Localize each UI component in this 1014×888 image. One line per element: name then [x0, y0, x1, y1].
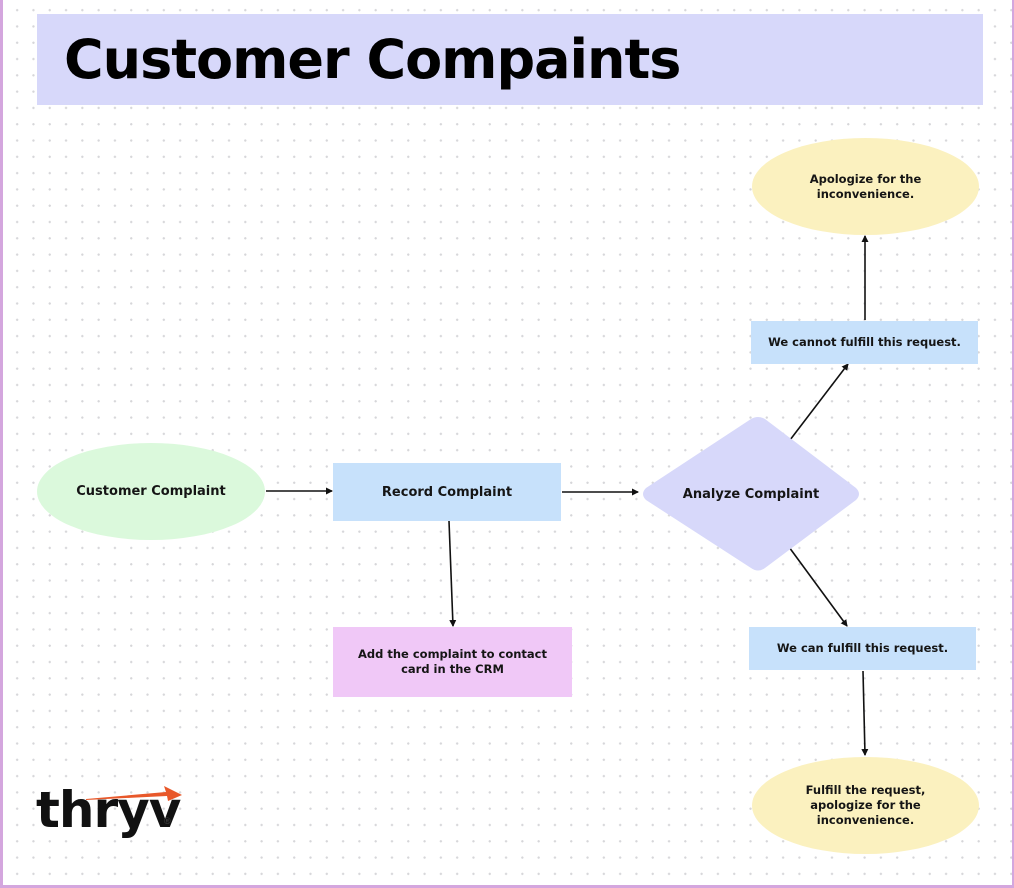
node-record-complaint[interactable]: Record Complaint — [333, 463, 561, 521]
node-add-to-crm-label: Add the complaint to contact card in the… — [358, 647, 547, 676]
node-analyze-complaint-label: Analyze Complaint — [682, 486, 820, 502]
node-customer-complaint[interactable]: Customer Complaint — [37, 443, 265, 540]
registered-mark: ® — [164, 816, 171, 826]
node-cannot-fulfill[interactable]: We cannot fulfill this request. — [751, 321, 978, 364]
node-record-complaint-label: Record Complaint — [381, 484, 513, 500]
node-add-to-crm[interactable]: Add the complaint to contact card in the… — [333, 627, 572, 697]
node-customer-complaint-label: Customer Complaint — [76, 484, 226, 499]
node-fulfill-apologize-label: Fulfill the request, apologize for the i… — [805, 783, 926, 827]
page-title: Customer Compaints — [64, 28, 681, 91]
node-cannot-fulfill-label: We cannot fulfill this request. — [768, 335, 961, 349]
node-apologize[interactable]: Apologize for the inconvenience. — [752, 138, 979, 235]
node-can-fulfill[interactable]: We can fulfill this request. — [749, 627, 976, 670]
thryv-logo: thryv ® — [36, 782, 182, 838]
logo-text: thryv — [36, 781, 181, 839]
node-apologize-label: Apologize for the inconvenience. — [809, 171, 922, 201]
node-fulfill-apologize[interactable]: Fulfill the request, apologize for the i… — [752, 757, 979, 854]
node-can-fulfill-label: We can fulfill this request. — [776, 641, 949, 655]
